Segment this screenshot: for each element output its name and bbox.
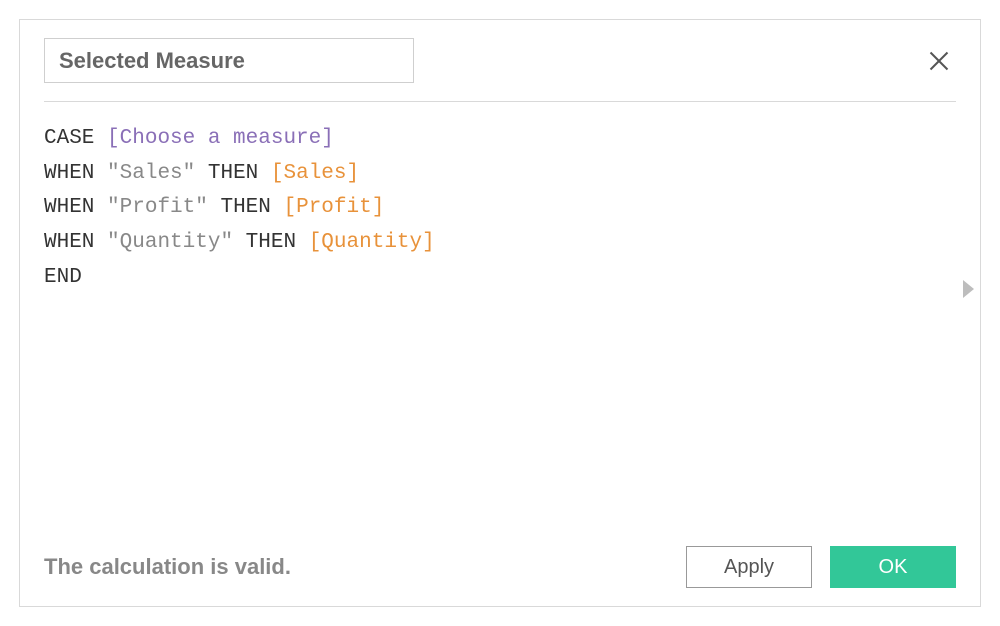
field-ref: [Quantity] [309, 231, 435, 254]
dialog-footer: The calculation is valid. Apply OK [44, 546, 956, 588]
dialog-header [44, 38, 956, 83]
string-literal: "Sales" [107, 162, 195, 185]
field-ref: [Sales] [271, 162, 359, 185]
keyword-when: WHEN [44, 196, 94, 219]
calculation-name-input[interactable] [44, 38, 414, 83]
keyword-then: THEN [220, 196, 270, 219]
validation-status: The calculation is valid. [44, 554, 291, 580]
calculated-field-dialog: CASE [Choose a measure] WHEN "Sales" THE… [19, 19, 981, 607]
divider [44, 101, 956, 102]
expand-arrow-icon[interactable] [963, 280, 974, 298]
keyword-when: WHEN [44, 231, 94, 254]
keyword-end: END [44, 266, 82, 289]
parameter-ref: [Choose a measure] [107, 127, 334, 150]
keyword-case: CASE [44, 127, 94, 150]
keyword-when: WHEN [44, 162, 94, 185]
string-literal: "Quantity" [107, 231, 233, 254]
ok-button[interactable]: OK [830, 546, 956, 588]
button-group: Apply OK [686, 546, 956, 588]
apply-button[interactable]: Apply [686, 546, 812, 588]
formula-editor-wrap: CASE [Choose a measure] WHEN "Sales" THE… [44, 122, 956, 536]
field-ref: [Profit] [284, 196, 385, 219]
formula-editor[interactable]: CASE [Choose a measure] WHEN "Sales" THE… [44, 122, 956, 295]
keyword-then: THEN [208, 162, 258, 185]
keyword-then: THEN [246, 231, 296, 254]
close-icon[interactable] [928, 50, 950, 72]
string-literal: "Profit" [107, 196, 208, 219]
